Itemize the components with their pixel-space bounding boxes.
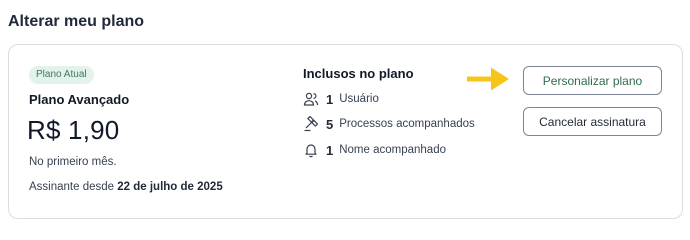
included-title: Inclusos no plano bbox=[303, 66, 414, 81]
plan-name: Plano Avançado bbox=[29, 92, 130, 107]
feature-names: 1 Nome acompanhado bbox=[303, 141, 446, 159]
feature-processes: 5 Processos acompanhados bbox=[303, 115, 475, 133]
subscriber-since: Assinante desde 22 de julho de 2025 bbox=[29, 181, 223, 193]
feature-users-label: Usuário bbox=[339, 93, 379, 105]
users-icon bbox=[303, 91, 319, 107]
feature-processes-count: 5 bbox=[326, 116, 334, 132]
price-note: No primeiro mês. bbox=[29, 156, 117, 168]
cancel-subscription-button[interactable]: Cancelar assinatura bbox=[523, 107, 662, 136]
current-plan-badge: Plano Atual bbox=[29, 66, 94, 84]
plan-card: Plano Atual Plano Avançado R$ 1,90 No pr… bbox=[8, 44, 683, 219]
section-title: Alterar meu plano bbox=[8, 13, 145, 30]
plan-price: R$ 1,90 bbox=[27, 115, 120, 145]
arrow-right-icon bbox=[467, 66, 511, 97]
feature-users: 1 Usuário bbox=[303, 90, 379, 108]
subscriber-since-date: 22 de julho de 2025 bbox=[117, 181, 223, 193]
feature-names-label: Nome acompanhado bbox=[339, 144, 446, 156]
feature-processes-label: Processos acompanhados bbox=[339, 118, 475, 130]
feature-users-count: 1 bbox=[326, 91, 334, 107]
customize-plan-button[interactable]: Personalizar plano bbox=[523, 66, 662, 95]
gavel-icon bbox=[303, 116, 319, 132]
bell-icon bbox=[303, 142, 319, 158]
feature-names-count: 1 bbox=[326, 142, 334, 158]
subscriber-since-label: Assinante desde bbox=[29, 181, 115, 193]
